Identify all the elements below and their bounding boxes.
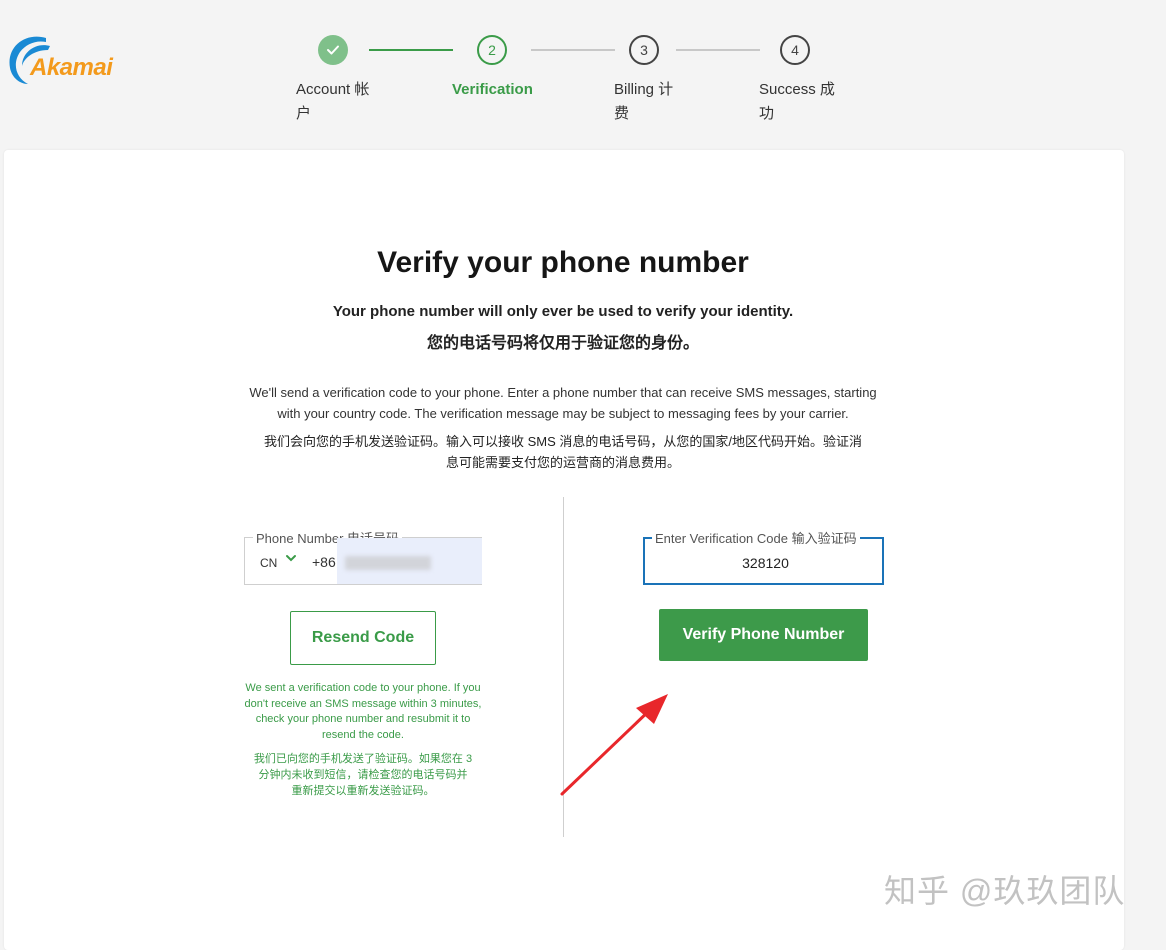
subtitle-en: Your phone number will only ever be used… bbox=[332, 303, 794, 320]
subtitle-cn: 您的电话号码将仅用于验证您的身份。 bbox=[426, 335, 699, 352]
step-2-label: Verification bbox=[452, 78, 533, 102]
step-2-circle: 2 bbox=[477, 35, 507, 65]
step-4-label-line2: 功 bbox=[759, 105, 775, 122]
watermark: 知乎 @玖玖团队 bbox=[884, 873, 1126, 909]
verification-code-label: Enter Verification Code 输入验证码 bbox=[652, 528, 860, 547]
step-4-label-line1: Success 成 bbox=[759, 81, 835, 98]
code-sent-note-line: don't receive an SMS message within 3 mi… bbox=[244, 697, 482, 710]
step-3-label-line1: Billing 计 bbox=[614, 81, 674, 98]
code-sent-note-line: We sent a verification code to your phon… bbox=[245, 682, 481, 694]
step-2-label-line1: Verification bbox=[452, 81, 533, 98]
verification-code-input[interactable] bbox=[645, 548, 886, 578]
code-sent-note-line: 我们已向您的手机发送了验证码。如果您在 3 bbox=[253, 753, 473, 765]
step-3-label-line2: 费 bbox=[614, 105, 630, 122]
step-1-label-line1: Account 帐 bbox=[296, 81, 370, 98]
description-cn-line: 息可能需要支付您的运营商的消息费用。 bbox=[445, 455, 680, 470]
country-select[interactable]: CN bbox=[260, 556, 277, 570]
step-1-circle bbox=[318, 35, 348, 65]
description-cn-line: 我们会向您的手机发送验证码。输入可以接收 SMS 消息的电话号码，从您的国家/地… bbox=[263, 434, 862, 449]
country-dial-prefix: +86 bbox=[312, 554, 336, 570]
step-connector bbox=[531, 49, 615, 51]
step-4-label: Success 成 功 bbox=[759, 78, 835, 126]
description-cn: 我们会向您的手机发送验证码。输入可以接收 SMS 消息的电话号码，从您的国家/地… bbox=[240, 431, 886, 473]
red-arrow-annotation bbox=[560, 694, 668, 796]
verify-phone-number-button[interactable]: Verify Phone Number bbox=[659, 609, 868, 661]
code-sent-note-line: resend the code. bbox=[322, 728, 404, 741]
step-1-label-line2: 户 bbox=[296, 105, 312, 122]
signup-stepper: 2 3 4 Account 帐 户 Verification Billing 计… bbox=[0, 0, 1166, 140]
code-sent-note-line: check your phone number and resubmit it … bbox=[255, 713, 471, 725]
step-connector bbox=[369, 49, 453, 51]
description-en: We'll send a verification code to your p… bbox=[240, 382, 886, 424]
code-sent-note-line: 重新提交以重新发送验证码。 bbox=[291, 785, 435, 797]
step-3-label: Billing 计 费 bbox=[614, 78, 673, 126]
description-en-line: with your country code. The verification… bbox=[277, 406, 849, 421]
chevron-down-icon[interactable] bbox=[285, 552, 297, 564]
description-en-line: We'll send a verification code to your p… bbox=[249, 385, 877, 400]
step-4-circle: 4 bbox=[780, 35, 810, 65]
phone-number-blurred bbox=[345, 556, 431, 570]
code-sent-note-cn: 我们已向您的手机发送了验证码。如果您在 3 分钟内未收到短信，请检查您的电话号码… bbox=[238, 751, 488, 799]
step-connector bbox=[676, 49, 760, 51]
check-icon bbox=[327, 45, 339, 55]
code-sent-note-line: 分钟内未收到短信，请检查您的电话号码并 bbox=[258, 769, 468, 781]
step-3-circle: 3 bbox=[629, 35, 659, 65]
code-sent-note-en: We sent a verification code to your phon… bbox=[238, 681, 488, 743]
step-1-label: Account 帐 户 bbox=[296, 78, 369, 126]
resend-code-button[interactable]: Resend Code bbox=[290, 611, 436, 665]
page-title: Verify your phone number bbox=[377, 246, 749, 279]
